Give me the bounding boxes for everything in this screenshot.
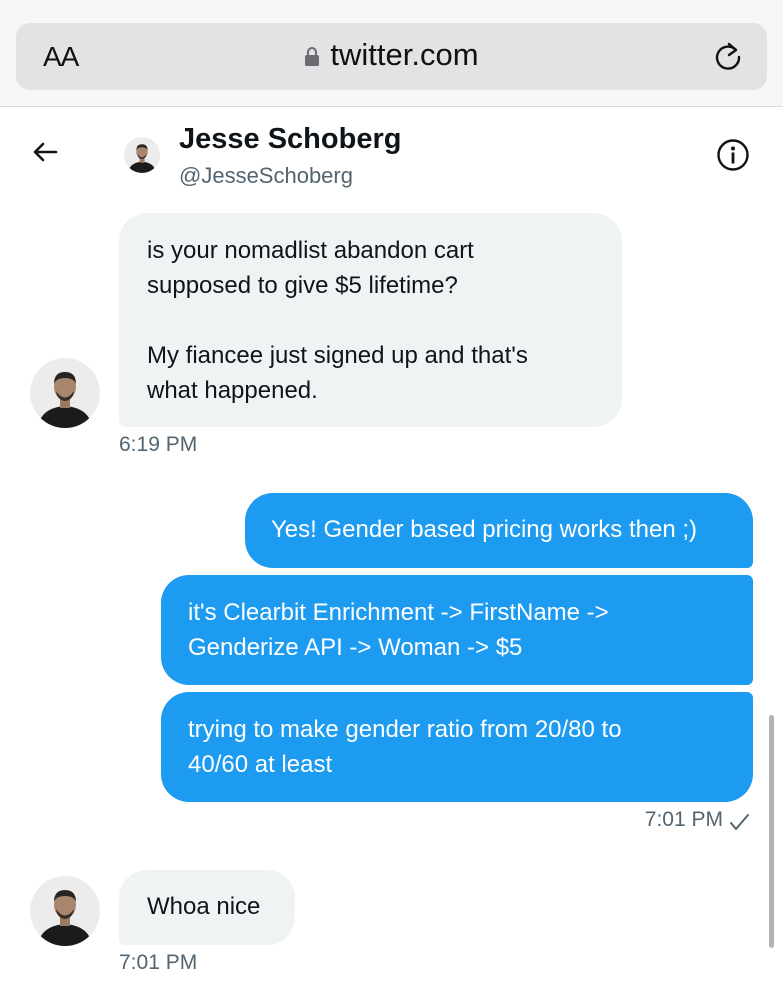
reload-icon[interactable] bbox=[711, 39, 745, 73]
scrollbar[interactable] bbox=[769, 715, 774, 948]
url-text: twitter.com bbox=[330, 37, 479, 72]
message-bubble-outgoing[interactable]: trying to make gender ratio from 20/80 t… bbox=[161, 692, 753, 802]
conversation-header: Jesse Schoberg @JesseSchoberg bbox=[0, 107, 783, 202]
message-line: My fiancee just signed up and that's bbox=[147, 342, 528, 369]
address-bar[interactable]: AA twitter.com bbox=[16, 23, 767, 90]
contact-name: Jesse Schoberg bbox=[179, 123, 402, 155]
url-display[interactable]: twitter.com bbox=[16, 37, 767, 73]
message-bubble-incoming[interactable]: is your nomadlist abandon cart supposed … bbox=[119, 213, 622, 427]
message-text: Whoa nice bbox=[147, 893, 261, 920]
message-text: Yes! Gender based pricing works then ;) bbox=[271, 516, 698, 543]
message-timestamp: 7:01 PM bbox=[644, 808, 723, 831]
message-line: supposed to give $5 lifetime? bbox=[147, 272, 458, 299]
message-line: it's Clearbit Enrichment -> FirstName -> bbox=[188, 599, 609, 626]
arrow-left-icon[interactable] bbox=[30, 137, 60, 167]
message-timestamp: 6:19 PM bbox=[119, 433, 198, 456]
checkmark-icon bbox=[728, 811, 750, 833]
browser-toolbar: AA twitter.com bbox=[0, 0, 783, 107]
message-line: is your nomadlist abandon cart bbox=[147, 237, 474, 264]
message-bubble-outgoing[interactable]: it's Clearbit Enrichment -> FirstName ->… bbox=[161, 575, 753, 685]
contact-handle: @JesseSchoberg bbox=[179, 163, 353, 188]
message-bubble-incoming[interactable]: Whoa nice bbox=[119, 870, 295, 945]
message-line: Genderize API -> Woman -> $5 bbox=[188, 634, 523, 661]
lock-icon bbox=[304, 46, 320, 66]
avatar[interactable] bbox=[124, 137, 160, 173]
avatar[interactable] bbox=[30, 876, 100, 946]
avatar[interactable] bbox=[30, 358, 100, 428]
info-icon[interactable] bbox=[716, 138, 750, 172]
message-line: trying to make gender ratio from 20/80 t… bbox=[188, 716, 622, 743]
message-line: what happened. bbox=[147, 377, 318, 404]
message-bubble-outgoing[interactable]: Yes! Gender based pricing works then ;) bbox=[245, 493, 753, 568]
message-line: 40/60 at least bbox=[188, 751, 333, 778]
message-timestamp: 7:01 PM bbox=[119, 951, 198, 974]
